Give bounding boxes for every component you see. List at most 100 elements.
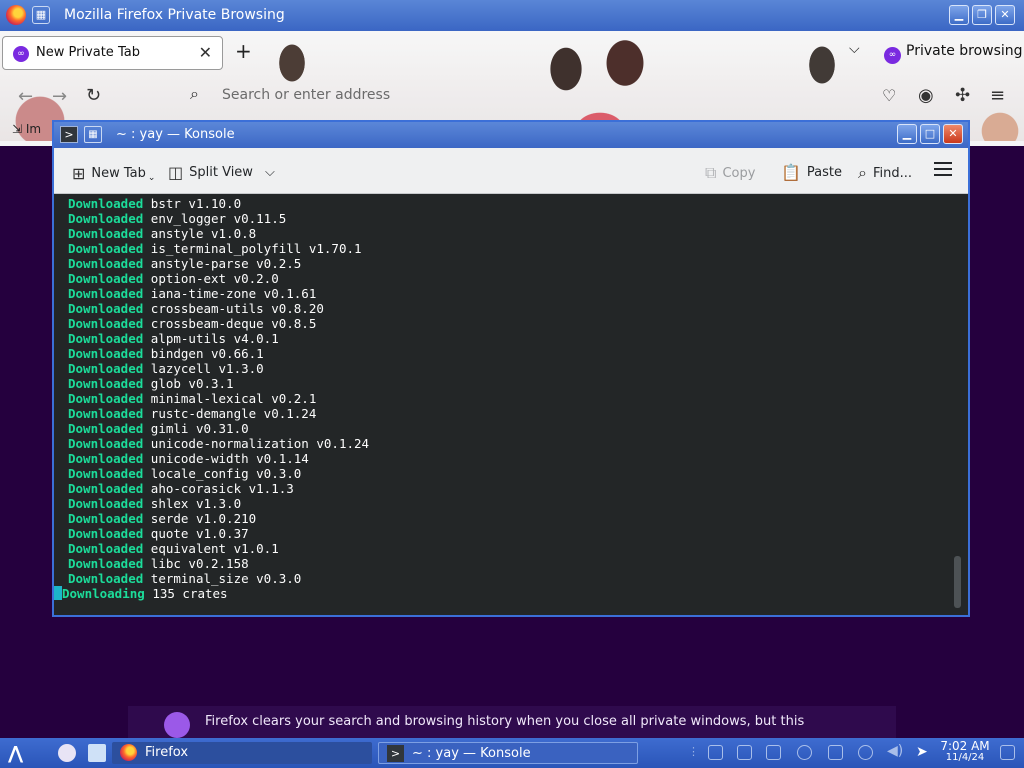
tray-expand-icon[interactable]: ⋮ xyxy=(688,745,699,760)
clock[interactable]: 7:02 AM 11/4/24 xyxy=(938,740,992,764)
removable-device-icon[interactable] xyxy=(828,745,843,760)
terminal-view[interactable]: Downloaded bstr v1.10.0 Downloaded env_lo… xyxy=(54,194,968,615)
line-status: Downloaded xyxy=(68,571,144,586)
find-button[interactable]: ⌕ Find... xyxy=(858,163,912,183)
line-status: Downloaded xyxy=(68,556,144,571)
firefox-icon xyxy=(120,744,137,761)
hamburger-menu-icon[interactable] xyxy=(934,162,952,180)
line-text: libc v0.2.158 xyxy=(150,556,249,571)
line-status: Downloaded xyxy=(68,436,144,451)
maximize-button[interactable]: ❐ xyxy=(972,5,992,25)
konsole-titlebar[interactable]: > ▦ ~ : yay — Konsole ▁ □ ✕ xyxy=(54,122,968,148)
line-text: unicode-normalization v0.1.24 xyxy=(150,436,370,451)
paste-label: Paste xyxy=(806,165,843,180)
firefox-titlebar[interactable]: ▦ Mozilla Firefox Private Browsing ▁ ❐ ✕ xyxy=(0,0,1024,31)
line-status: Downloaded xyxy=(68,421,144,436)
close-button[interactable]: ✕ xyxy=(943,124,963,144)
new-tab-icon: ⊞ xyxy=(72,163,86,183)
line-text: iana-time-zone v0.1.61 xyxy=(150,286,317,301)
terminal-line: Downloaded is_terminal_polyfill v1.70.1 xyxy=(68,241,369,256)
split-view-icon: ◫ xyxy=(168,163,184,182)
private-browsing-message: Firefox clears your search and browsing … xyxy=(128,706,896,738)
line-status: Downloaded xyxy=(68,406,144,421)
tab-new-private-tab[interactable]: ∞ New Private Tab ✕ xyxy=(2,36,223,70)
split-view-label: Split View xyxy=(189,165,253,180)
clock-date: 11/4/24 xyxy=(945,752,985,763)
terminal-line: Downloaded gimli v0.31.0 xyxy=(68,421,369,436)
copy-button[interactable]: ⧉ Copy xyxy=(705,163,755,183)
account-icon[interactable]: ◉ xyxy=(918,85,934,106)
taskbar-task-firefox[interactable]: Firefox xyxy=(112,742,372,764)
line-status: Downloaded xyxy=(68,241,144,256)
line-status: Downloaded xyxy=(68,256,144,271)
url-input[interactable]: Search or enter address xyxy=(222,87,390,103)
taskbar-task-konsole[interactable]: > ~ : yay — Konsole xyxy=(378,742,638,764)
line-status: Downloaded xyxy=(68,526,144,541)
line-status: Downloaded xyxy=(68,316,144,331)
clipboard-icon[interactable] xyxy=(737,745,752,760)
extensions-icon[interactable]: ✣ xyxy=(955,85,970,106)
line-text: anstyle v1.0.8 xyxy=(150,226,257,241)
terminal-line: Downloaded crossbeam-utils v0.8.20 xyxy=(68,301,369,316)
display-icon[interactable] xyxy=(858,745,873,760)
notifications-icon[interactable] xyxy=(766,745,781,760)
window-menu-icon[interactable]: ▦ xyxy=(32,6,50,24)
pocket-icon[interactable]: ♡ xyxy=(882,86,896,105)
new-tab-button[interactable]: + xyxy=(235,39,252,63)
private-browsing-label: Private browsing xyxy=(906,43,1023,59)
line-status: Downloaded xyxy=(68,466,144,481)
maximize-button[interactable]: □ xyxy=(920,124,940,144)
terminal-line: Downloaded serde v1.0.210 xyxy=(68,511,369,526)
private-browsing-info-text: Firefox clears your search and browsing … xyxy=(205,714,805,729)
private-browsing-launcher-icon[interactable] xyxy=(58,744,76,762)
updates-icon[interactable] xyxy=(797,745,812,760)
tab-label: New Private Tab xyxy=(36,45,140,60)
close-button[interactable]: ✕ xyxy=(995,5,1015,25)
konsole-toolbar: ⊞ New Tab ⌄ ◫ Split View ⌵ ⧉ Copy 📋 Past… xyxy=(54,148,968,194)
line-text: aho-corasick v1.1.3 xyxy=(150,481,294,496)
line-status: Downloaded xyxy=(68,511,144,526)
line-text: is_terminal_polyfill v1.70.1 xyxy=(150,241,362,256)
copy-label: Copy xyxy=(722,165,756,181)
back-icon[interactable]: ← xyxy=(18,86,33,107)
line-text: alpm-utils v4.0.1 xyxy=(150,331,279,346)
import-label: Im xyxy=(25,122,42,136)
paste-button[interactable]: 📋 Paste xyxy=(781,163,842,182)
line-text: rustc-demangle v0.1.24 xyxy=(150,406,317,421)
list-all-tabs-icon[interactable]: ⌵ xyxy=(849,41,860,57)
line-status: Downloaded xyxy=(68,541,144,556)
terminal-scrollbar[interactable] xyxy=(954,556,961,608)
line-text: anstyle-parse v0.2.5 xyxy=(150,256,302,271)
line-status: Downloaded xyxy=(68,451,144,466)
terminal-line: Downloaded locale_config v0.3.0 xyxy=(68,466,369,481)
copy-icon: ⧉ xyxy=(705,163,717,182)
volume-icon[interactable]: ◀) xyxy=(887,743,903,759)
terminal-current-line: Downloading 135 crates xyxy=(54,586,228,601)
application-launcher-icon[interactable]: ⋀ xyxy=(8,743,23,764)
split-view-button[interactable]: ◫ Split View ⌵ xyxy=(168,163,275,182)
minimize-button[interactable]: ▁ xyxy=(897,124,917,144)
find-label: Find... xyxy=(872,165,913,181)
terminal-line: Downloaded option-ext v0.2.0 xyxy=(68,271,369,286)
taskbar: ⋀ Firefox > ~ : yay — Konsole ⋮ ◀) ➤ 7:0… xyxy=(0,738,1024,768)
window-menu-icon[interactable]: ▦ xyxy=(84,126,102,143)
import-bookmarks-button[interactable]: ⇲ Im xyxy=(12,122,41,136)
dropdown-arrow-icon: ⌄ xyxy=(147,173,156,183)
forward-icon[interactable]: → xyxy=(52,86,67,107)
search-icon: ⌕ xyxy=(190,84,199,103)
terminal-line: Downloaded unicode-width v0.1.14 xyxy=(68,451,369,466)
app-menu-icon[interactable]: ≡ xyxy=(990,85,1005,106)
url-bar[interactable]: ⌕ Search or enter address xyxy=(180,79,700,111)
line-status: Downloaded xyxy=(68,481,144,496)
network-icon[interactable] xyxy=(708,745,723,760)
firefox-window-controls: ▁ ❐ ✕ xyxy=(949,5,1015,25)
minimize-button[interactable]: ▁ xyxy=(949,5,969,25)
show-desktop-icon[interactable] xyxy=(1000,745,1015,760)
close-tab-icon[interactable]: ✕ xyxy=(199,43,212,62)
mouse-pointer-icon: ➤ xyxy=(916,744,928,760)
file-manager-icon[interactable] xyxy=(88,744,106,762)
private-browsing-icon: ∞ xyxy=(884,47,901,64)
line-text: crossbeam-utils v0.8.20 xyxy=(150,301,324,316)
reload-icon[interactable]: ↻ xyxy=(86,85,101,106)
new-tab-button[interactable]: ⊞ New Tab ⌄ xyxy=(72,163,156,184)
